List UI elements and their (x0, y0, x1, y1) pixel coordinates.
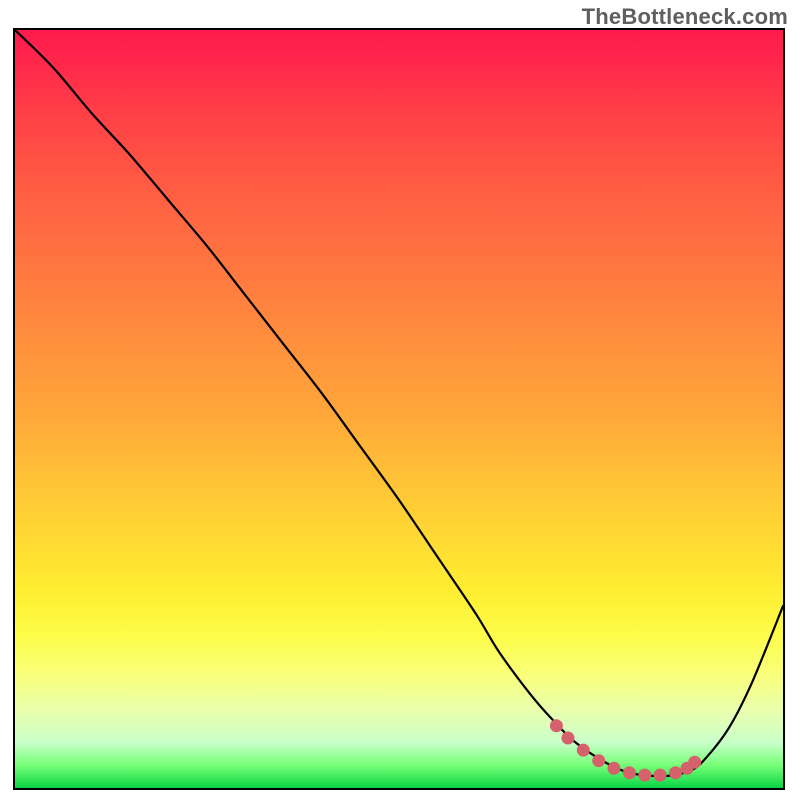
optimal-marker (623, 766, 636, 779)
optimal-marker (577, 744, 590, 757)
curve-svg (15, 30, 783, 788)
watermark-text: TheBottleneck.com (582, 4, 788, 30)
optimal-zone-markers (550, 719, 701, 781)
bottleneck-curve-path (15, 30, 783, 776)
optimal-marker (654, 769, 667, 782)
optimal-marker (562, 732, 575, 745)
optimal-marker (608, 762, 621, 775)
optimal-marker (669, 766, 682, 779)
optimal-marker (688, 756, 701, 769)
plot-area (13, 28, 785, 790)
optimal-marker (550, 719, 563, 732)
chart-stage: TheBottleneck.com (0, 0, 800, 800)
optimal-marker (638, 769, 651, 782)
optimal-marker (592, 754, 605, 767)
